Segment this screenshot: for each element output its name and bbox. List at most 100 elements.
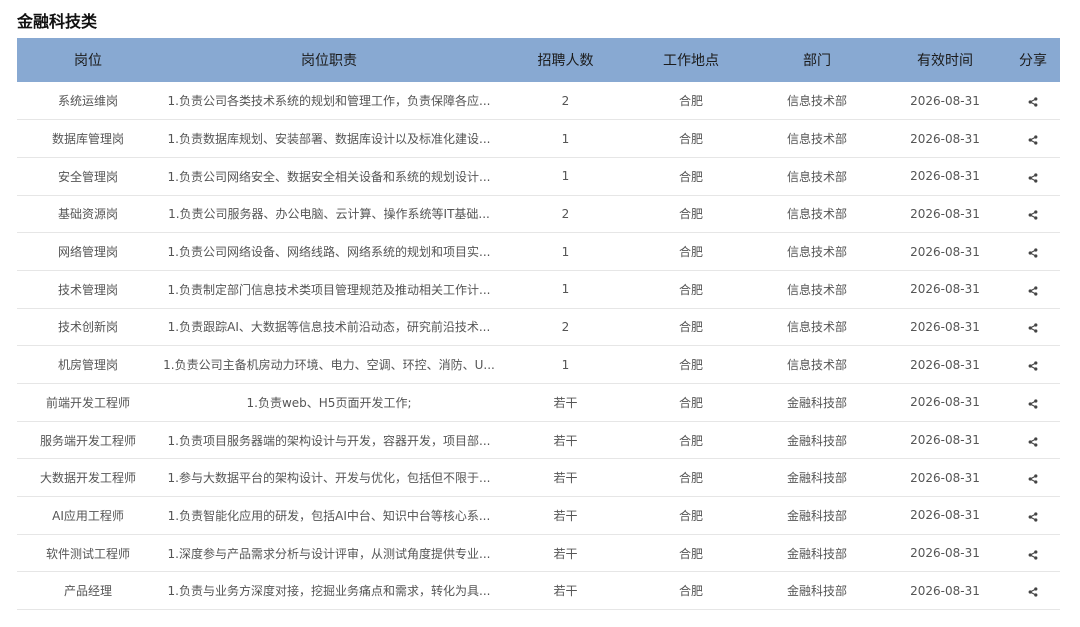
job-date: 2026-08-31: [910, 169, 980, 184]
header-duty: 岗位职责: [301, 53, 357, 69]
job-department: 信息技术部: [786, 94, 847, 109]
job-rows: 系统运维岗 1.负责公司各类技术系统的规划和管理工作，负责保障各应... 2 合肥 信息…: [17, 82, 1060, 610]
share-icon[interactable]: [1028, 360, 1038, 371]
table-row[interactable]: 技术管理岗 1.负责制定部门信息技术类项目管理规范及推动相关工作计... 1 合肥 信息…: [17, 270, 1060, 309]
header-date: 有效时间: [917, 53, 973, 69]
job-duty: 1.负责web、H5页面开发工作;: [246, 395, 412, 410]
share-cell[interactable]: [1006, 120, 1060, 158]
table-row[interactable]: 机房管理岗 1.负责公司主备机房动力环境、电力、空调、环控、消防、U... 1 合肥 信…: [17, 346, 1060, 384]
share-cell[interactable]: [1006, 459, 1060, 497]
share-cell[interactable]: [1006, 384, 1060, 422]
job-date: 2026-08-31: [910, 583, 980, 598]
table-row[interactable]: AI应用工程师 1.负责智能化应用的研发，包括AI中台、知识中台等核心系... 若干…: [17, 497, 1060, 535]
job-duty: 1.负责制定部门信息技术类项目管理规范及推动相关工作计...: [167, 282, 491, 297]
job-position: 大数据开发工程师: [39, 471, 136, 486]
header-position: 岗位: [74, 53, 102, 69]
job-count: 1: [561, 357, 570, 372]
job-duty: 1.参与大数据平台的架构设计、开发与优化，包括但不限于...: [167, 471, 491, 486]
section-title: 金融科技类: [17, 12, 98, 31]
job-department: 金融科技部: [786, 433, 847, 448]
share-icon[interactable]: [1028, 511, 1038, 522]
share-cell[interactable]: [1006, 497, 1060, 535]
header-location: 工作地点: [663, 53, 719, 69]
table-row[interactable]: 基础资源岗 1.负责公司服务器、办公电脑、云计算、操作系统等IT基础... 2 合肥 信…: [17, 195, 1060, 233]
job-position: 数据库管理岗: [51, 132, 124, 147]
job-count: 1: [561, 282, 570, 297]
share-icon[interactable]: [1028, 398, 1038, 409]
job-department: 信息技术部: [786, 132, 847, 147]
job-date: 2026-08-31: [910, 244, 980, 259]
job-duty: 1.负责公司服务器、办公电脑、云计算、操作系统等IT基础...: [168, 207, 490, 222]
share-icon[interactable]: [1028, 285, 1038, 296]
job-department: 信息技术部: [786, 169, 847, 184]
job-count: 若干: [553, 546, 578, 561]
share-icon[interactable]: [1028, 209, 1038, 221]
share-cell[interactable]: [1006, 421, 1060, 459]
share-icon[interactable]: [1028, 134, 1038, 145]
job-department: 信息技术部: [786, 207, 847, 222]
job-position: 前端开发工程师: [45, 395, 130, 410]
job-duty: 1.负责公司网络安全、数据安全相关设备和系统的规划设计...: [167, 169, 491, 184]
job-date: 2026-08-31: [910, 206, 980, 221]
share-cell[interactable]: [1006, 346, 1060, 384]
job-location: 合肥: [678, 320, 703, 335]
job-position: AI应用工程师: [52, 508, 124, 523]
share-icon[interactable]: [1028, 586, 1038, 597]
share-cell[interactable]: [1006, 82, 1060, 120]
share-icon[interactable]: [1028, 96, 1038, 107]
job-location: 合肥: [678, 282, 703, 297]
job-date: 2026-08-31: [910, 319, 980, 334]
table-row[interactable]: 前端开发工程师 1.负责web、H5页面开发工作; 若干 合肥 金融科技部 2026-08…: [17, 384, 1060, 422]
job-date: 2026-08-31: [910, 357, 980, 372]
job-location: 合肥: [678, 433, 703, 448]
job-department: 信息技术部: [786, 245, 847, 260]
job-position: 技术管理岗: [57, 282, 118, 297]
table-row[interactable]: 网络管理岗 1.负责公司网络设备、网络线路、网络系统的规划和项目实... 1 合肥 信息…: [17, 233, 1060, 271]
job-count: 若干: [553, 471, 578, 486]
table-row[interactable]: 系统运维岗 1.负责公司各类技术系统的规划和管理工作，负责保障各应... 2 合肥 信息…: [17, 82, 1060, 120]
table-row[interactable]: 安全管理岗 1.负责公司网络安全、数据安全相关设备和系统的规划设计... 1 合肥 信息…: [17, 157, 1060, 196]
table-row[interactable]: 数据库管理岗 1.负责数据库规划、安装部署、数据库设计以及标准化建设... 1 合肥 信…: [17, 120, 1060, 158]
share-cell[interactable]: [1006, 157, 1060, 195]
job-department: 信息技术部: [786, 358, 847, 373]
job-count: 1: [561, 244, 570, 259]
job-duty: 1.负责公司网络设备、网络线路、网络系统的规划和项目实...: [167, 245, 491, 260]
share-cell[interactable]: [1006, 270, 1060, 308]
share-cell[interactable]: [1006, 233, 1060, 271]
share-icon[interactable]: [1028, 473, 1038, 484]
job-duty: 1.深度参与产品需求分析与设计评审，从测试角度提供专业...: [167, 546, 491, 561]
job-duty: 1.负责公司各类技术系统的规划和管理工作，负责保障各应...: [167, 94, 491, 109]
share-icon[interactable]: [1028, 322, 1038, 334]
share-cell[interactable]: [1006, 534, 1060, 572]
table-row[interactable]: 技术创新岗 1.负责跟踪AI、大数据等信息技术前沿动态，研究前沿技术... 2 合肥 信…: [17, 308, 1060, 346]
job-count: 若干: [553, 395, 578, 410]
job-date: 2026-08-31: [910, 508, 980, 523]
table-row[interactable]: 大数据开发工程师 1.参与大数据平台的架构设计、开发与优化，包括但不限于... 若干…: [17, 459, 1060, 497]
job-position: 机房管理岗: [57, 358, 118, 373]
share-icon[interactable]: [1028, 436, 1038, 447]
share-icon[interactable]: [1028, 549, 1038, 560]
job-department: 信息技术部: [786, 320, 847, 335]
table-row[interactable]: 产品经理 1.负责与业务方深度对接，挖掘业务痛点和需求，转化为具... 若干 合肥 金融…: [17, 572, 1060, 610]
job-date: 2026-08-31: [910, 470, 980, 485]
share-cell[interactable]: [1006, 572, 1060, 610]
job-position: 技术创新岗: [57, 320, 118, 335]
job-count: 1: [561, 169, 570, 184]
share-cell[interactable]: [1006, 195, 1060, 233]
share-icon[interactable]: [1028, 172, 1038, 183]
job-table: 岗位 岗位职责 招聘人数 工作地点 部门 有效时间 分享 系统运维岗 1.负责公司…: [17, 38, 1060, 610]
job-department: 金融科技部: [786, 584, 847, 599]
table-row[interactable]: 软件测试工程师 1.深度参与产品需求分析与设计评审，从测试角度提供专业... 若干 合…: [17, 534, 1060, 572]
job-position: 系统运维岗: [57, 94, 118, 109]
job-count: 2: [561, 93, 570, 108]
job-location: 合肥: [678, 584, 703, 599]
table-row[interactable]: 服务端开发工程师 1.负责项目服务器端的架构设计与开发，容器开发，项目部... 若干…: [17, 421, 1060, 459]
job-location: 合肥: [678, 508, 703, 523]
share-cell[interactable]: [1006, 308, 1060, 346]
job-department: 金融科技部: [786, 508, 847, 523]
share-icon[interactable]: [1028, 247, 1038, 258]
job-location: 合肥: [678, 546, 703, 561]
job-location: 合肥: [678, 358, 703, 373]
job-count: 2: [561, 319, 570, 334]
job-date: 2026-08-31: [910, 282, 980, 297]
